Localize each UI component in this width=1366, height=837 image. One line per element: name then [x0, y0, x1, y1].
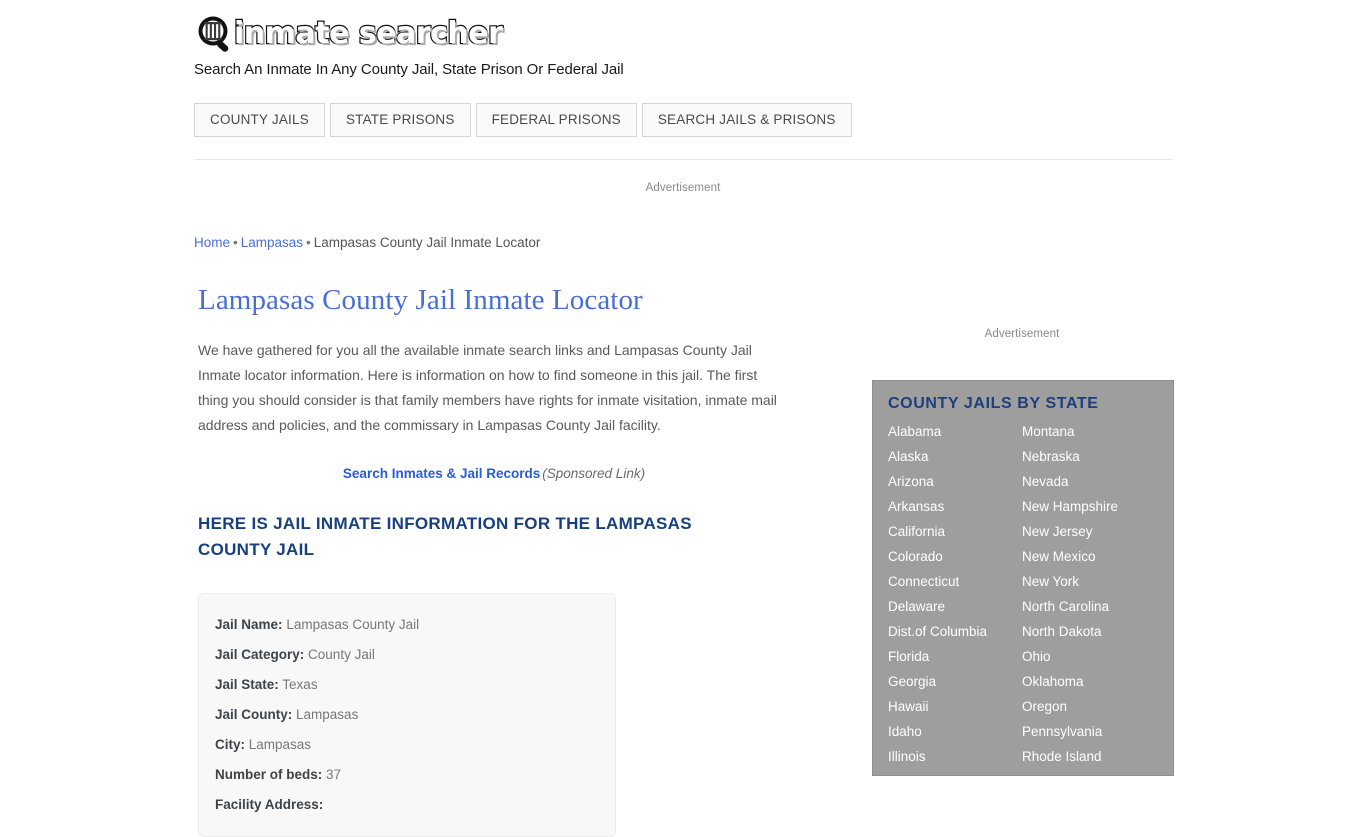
state-link-nebraska[interactable]: Nebraska: [1022, 444, 1156, 469]
breadcrumb-item-lampasas[interactable]: Lampasas: [241, 235, 303, 250]
state-link-illinois[interactable]: Illinois: [888, 744, 1022, 769]
breadcrumb-item-home[interactable]: Home: [194, 235, 230, 250]
info-label: Number of beds:: [215, 767, 323, 782]
content-columns: Lampasas County Jail Inmate Locator We h…: [194, 284, 1174, 837]
breadcrumb-item-current: Lampasas County Jail Inmate Locator: [313, 235, 541, 250]
state-link-ohio[interactable]: Ohio: [1022, 644, 1156, 669]
info-row: Jail County: Lampasas: [215, 700, 615, 730]
nav-item-search-jails-prisons[interactable]: SEARCH JAILS & PRISONS: [641, 103, 852, 137]
info-label: Jail Name:: [215, 617, 283, 632]
state-link-florida[interactable]: Florida: [888, 644, 1022, 669]
state-link-oregon[interactable]: Oregon: [1022, 694, 1156, 719]
states-column-right: Montana Nebraska Nevada New Hampshire Ne…: [1022, 419, 1156, 769]
state-link-arkansas[interactable]: Arkansas: [888, 494, 1022, 519]
states-grid: Alabama Alaska Arizona Arkansas Californ…: [873, 419, 1173, 769]
state-link-connecticut[interactable]: Connecticut: [888, 569, 1022, 594]
states-column-left: Alabama Alaska Arizona Arkansas Californ…: [888, 419, 1022, 769]
intro-paragraph: We have gathered for you all the availab…: [198, 342, 777, 433]
sidebar-advertisement-label: Advertisement: [984, 328, 1060, 340]
main-content: Lampasas County Jail Inmate Locator We h…: [194, 284, 814, 837]
info-value: County Jail: [308, 647, 375, 662]
section-title: HERE IS JAIL INMATE INFORMATION FOR THE …: [198, 514, 692, 559]
primary-nav: COUNTY JAILS STATE PRISONS FEDERAL PRISO…: [194, 103, 1172, 137]
page-title: Lampasas County Jail Inmate Locator: [198, 284, 643, 316]
page-container: inmate searcher Search An Inmate In Any …: [194, 0, 1174, 837]
state-link-colorado[interactable]: Colorado: [888, 544, 1022, 569]
magnifier-jail-icon: [194, 14, 236, 54]
site-logo-wordmark: inmate searcher: [233, 15, 504, 52]
state-link-idaho[interactable]: Idaho: [888, 719, 1022, 744]
info-value: Lampasas: [296, 707, 359, 722]
info-row: Jail Category: County Jail: [215, 640, 615, 670]
state-link-pennsylvania[interactable]: Pennsylvania: [1022, 719, 1156, 744]
state-link-north-dakota[interactable]: North Dakota: [1022, 619, 1156, 644]
state-link-new-hampshire[interactable]: New Hampshire: [1022, 494, 1156, 519]
sponsored-search-link[interactable]: Search Inmates & Jail Records: [343, 466, 540, 481]
top-advertisement-slot: Advertisement: [194, 182, 1172, 194]
site-tagline: Search An Inmate In Any County Jail, Sta…: [194, 61, 624, 78]
sponsored-link-row: Search Inmates & Jail Records (Sponsored …: [194, 466, 794, 481]
info-row: Facility Address:: [215, 790, 615, 820]
info-row: Jail Name: Lampasas County Jail: [215, 610, 615, 640]
site-logo[interactable]: inmate searcher: [194, 14, 1172, 54]
info-label: City:: [215, 737, 245, 752]
info-value: Lampasas County Jail: [286, 617, 420, 632]
state-link-nevada[interactable]: Nevada: [1022, 469, 1156, 494]
info-value: Lampasas: [248, 737, 312, 752]
nav-item-county-jails[interactable]: COUNTY JAILS: [194, 103, 325, 137]
header-divider: [194, 159, 1172, 160]
nav-item-federal-prisons[interactable]: FEDERAL PRISONS: [475, 103, 637, 137]
nav-item-state-prisons[interactable]: STATE PRISONS: [329, 103, 471, 137]
info-row: Jail State: Texas: [215, 670, 615, 700]
jail-info-box: Jail Name: Lampasas County Jail Jail Cat…: [198, 593, 616, 837]
top-advertisement-label: Advertisement: [645, 182, 721, 194]
state-link-new-mexico[interactable]: New Mexico: [1022, 544, 1156, 569]
info-value: Texas: [282, 677, 318, 692]
info-row: City: Lampasas: [215, 730, 615, 760]
info-label: Facility Address:: [215, 797, 324, 812]
state-link-north-carolina[interactable]: North Carolina: [1022, 594, 1156, 619]
sidebar-advertisement-slot: Advertisement: [872, 328, 1172, 340]
state-link-alaska[interactable]: Alaska: [888, 444, 1022, 469]
column-gutter: [814, 284, 872, 837]
state-link-dist-of-columbia[interactable]: Dist.of Columbia: [888, 619, 1022, 644]
info-label: Jail State:: [215, 677, 279, 692]
state-link-delaware[interactable]: Delaware: [888, 594, 1022, 619]
state-link-rhode-island[interactable]: Rhode Island: [1022, 744, 1156, 769]
sponsored-link-note: (Sponsored Link): [542, 466, 646, 481]
breadcrumb: Home • Lampasas • Lampasas County Jail Inmat…: [194, 235, 1172, 250]
county-jails-by-state-box: COUNTY JAILS BY STATE Alabama Alaska Ari…: [872, 380, 1174, 776]
state-link-new-jersey[interactable]: New Jersey: [1022, 519, 1156, 544]
state-link-arizona[interactable]: Arizona: [888, 469, 1022, 494]
state-link-montana[interactable]: Montana: [1022, 419, 1156, 444]
state-link-hawaii[interactable]: Hawaii: [888, 694, 1022, 719]
info-label: Jail Category:: [215, 647, 305, 662]
site-header: inmate searcher Search An Inmate In Any …: [194, 0, 1172, 78]
state-link-georgia[interactable]: Georgia: [888, 669, 1022, 694]
breadcrumb-separator: •: [306, 235, 311, 250]
state-link-new-york[interactable]: New York: [1022, 569, 1156, 594]
info-label: Jail County:: [215, 707, 293, 722]
info-value: 37: [326, 767, 342, 782]
state-link-california[interactable]: California: [888, 519, 1022, 544]
state-link-alabama[interactable]: Alabama: [888, 419, 1022, 444]
sidebar: Advertisement COUNTY JAILS BY STATE Alab…: [872, 284, 1174, 837]
breadcrumb-separator: •: [233, 235, 238, 250]
county-jails-by-state-title: COUNTY JAILS BY STATE: [888, 395, 1099, 412]
info-row: Number of beds: 37: [215, 760, 615, 790]
state-link-oklahoma[interactable]: Oklahoma: [1022, 669, 1156, 694]
